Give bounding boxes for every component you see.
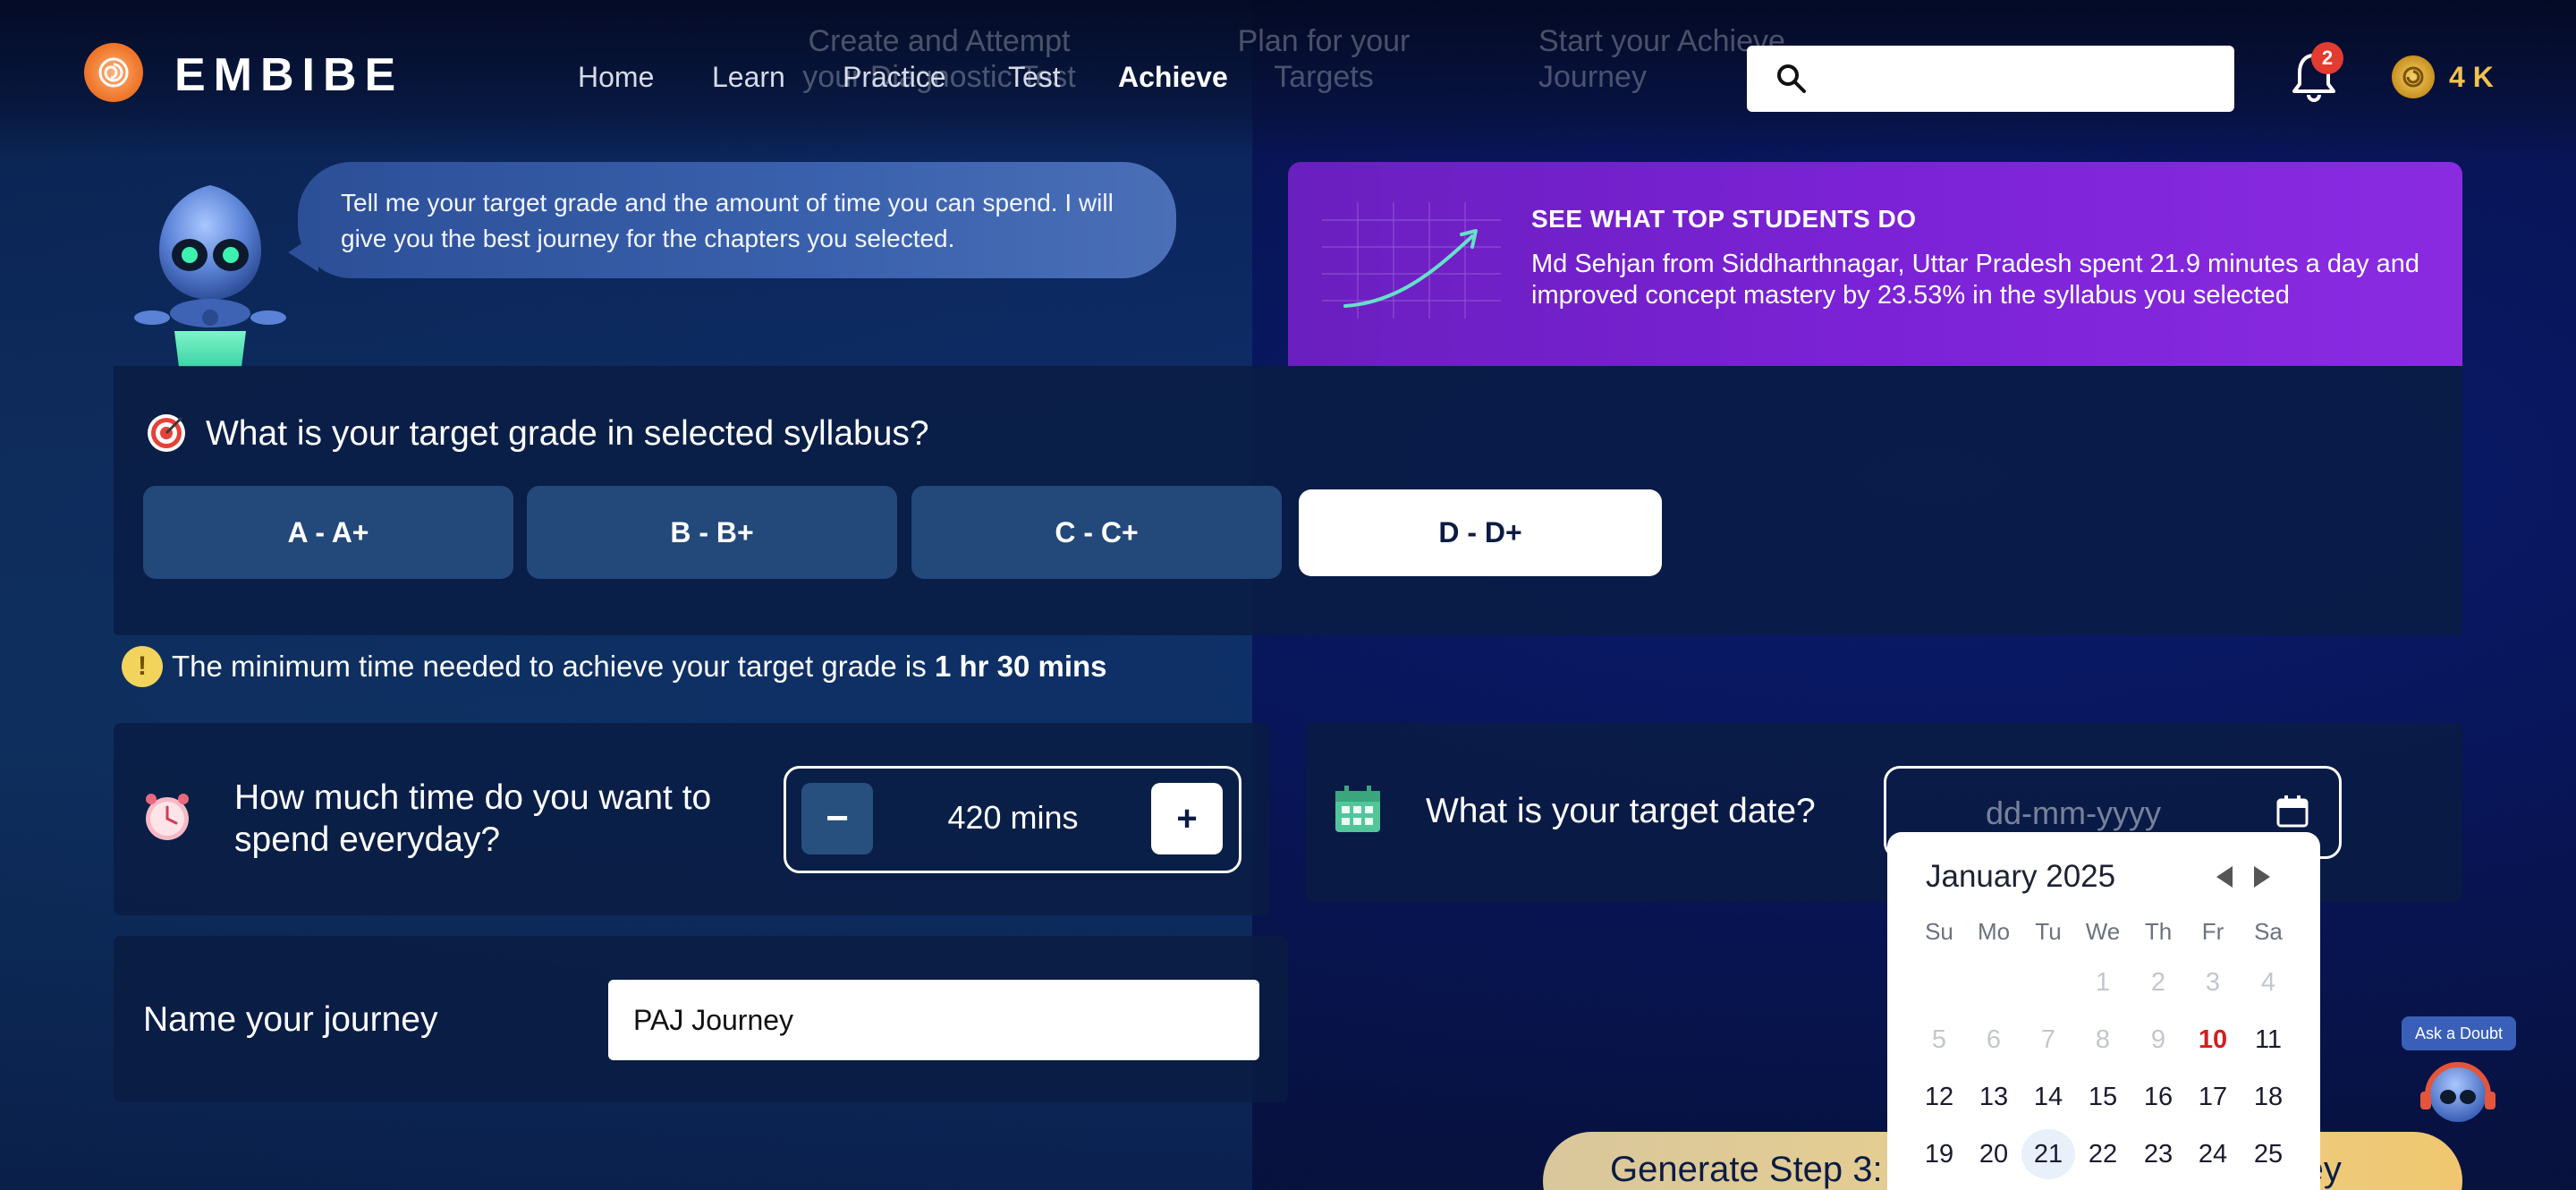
- nav-test[interactable]: Test: [1008, 61, 1061, 94]
- step-hint-plan: Plan for your Targets: [1237, 24, 1411, 94]
- calendar-day: 8: [2095, 1025, 2111, 1054]
- calendar-day[interactable]: 16: [2131, 1072, 2185, 1122]
- date-picker-icon[interactable]: [2275, 795, 2309, 829]
- calendar-day: 2: [2150, 968, 2166, 997]
- weekday-header: Tu: [2035, 918, 2062, 945]
- weekday-header: Su: [1925, 918, 1953, 945]
- grade-option-a[interactable]: A - A+: [143, 486, 513, 579]
- alarm-clock-icon: [146, 794, 189, 840]
- coin-icon: [2392, 55, 2435, 98]
- calendar-day[interactable]: 20: [1967, 1129, 2021, 1179]
- calendar-day[interactable]: 14: [2021, 1072, 2075, 1122]
- nav-practice[interactable]: Practice: [843, 61, 946, 94]
- embibe-logo-icon[interactable]: [84, 43, 143, 102]
- calendar-day: 6: [1986, 1025, 2002, 1054]
- coin-balance: 4 K: [2449, 61, 2494, 93]
- minutes-value[interactable]: 420 mins: [886, 799, 1140, 837]
- calendar-day: 9: [2150, 1025, 2166, 1054]
- journey-name-input[interactable]: [608, 980, 1259, 1060]
- calendar-day[interactable]: 17: [2186, 1072, 2240, 1122]
- min-time-note: The minimum time needed to achieve your …: [172, 650, 1107, 684]
- calendar-day[interactable]: 15: [2076, 1072, 2130, 1122]
- calendar-day: 5: [1931, 1025, 1947, 1054]
- target-icon: [148, 414, 185, 452]
- calendar-day[interactable]: 10: [2186, 1015, 2240, 1065]
- calendar-day: 4: [2260, 968, 2276, 997]
- calendar-day[interactable]: 23: [2131, 1129, 2185, 1179]
- bot-speech-bubble: Tell me your target grade and the amount…: [298, 162, 1176, 278]
- nav-home[interactable]: Home: [578, 61, 654, 94]
- calendar-day[interactable]: 21: [2021, 1129, 2075, 1179]
- daily-time-question: How much time do you want to spend every…: [234, 778, 712, 859]
- calendar-day[interactable]: 18: [2241, 1072, 2295, 1122]
- brand-name: EMBIBE: [174, 49, 404, 101]
- decrement-button[interactable]: −: [801, 783, 873, 854]
- calendar-day[interactable]: 13: [1967, 1072, 2021, 1122]
- journey-name-label: Name your journey: [143, 1000, 438, 1039]
- weekday-header: We: [2085, 918, 2121, 945]
- calendar-day[interactable]: 11: [2241, 1015, 2295, 1065]
- calendar-day[interactable]: 12: [1912, 1072, 1966, 1122]
- growth-arrow-icon: [1343, 229, 1478, 308]
- prev-month-icon[interactable]: [2216, 866, 2233, 888]
- grade-option-b[interactable]: B - B+: [527, 486, 897, 579]
- calendar-day[interactable]: 22: [2076, 1129, 2130, 1179]
- nav-achieve[interactable]: Achieve: [1118, 61, 1228, 94]
- grade-option-d-selected[interactable]: D - D+: [1299, 489, 1662, 576]
- grade-option-c[interactable]: C - C+: [911, 486, 1282, 579]
- weekday-header: Th: [2144, 918, 2173, 945]
- target-grade-question: What is your target grade in selected sy…: [206, 414, 929, 453]
- date-placeholder: dd-mm-yyyy: [1986, 795, 2161, 831]
- calendar-day[interactable]: 24: [2186, 1129, 2240, 1179]
- increment-button[interactable]: +: [1151, 783, 1223, 854]
- weekday-header: Sa: [2254, 918, 2283, 945]
- calendar-day: 1: [2095, 968, 2111, 997]
- warning-icon: !: [122, 646, 163, 687]
- calendar-day: 7: [2040, 1025, 2056, 1054]
- promo-body: Md Sehjan from Siddharthnagar, Uttar Pra…: [1531, 250, 2420, 310]
- notification-badge: 2: [2311, 42, 2343, 74]
- calendar-day[interactable]: 19: [1912, 1129, 1966, 1179]
- bot-mascot-icon: [134, 185, 286, 367]
- ask-doubt-bot-icon[interactable]: [2415, 1056, 2501, 1127]
- weekday-header: Mo: [1977, 918, 2011, 945]
- calendar-day: 3: [2205, 968, 2221, 997]
- calendar-day[interactable]: 25: [2241, 1129, 2295, 1179]
- calendar-month-title: January 2025: [1926, 859, 2116, 894]
- calendar-icon: [1335, 786, 1380, 832]
- ask-doubt-label[interactable]: Ask a Doubt: [2402, 1016, 2516, 1050]
- min-time-value: 1 hr 30 mins: [934, 650, 1107, 683]
- promo-title: SEE WHAT TOP STUDENTS DO: [1531, 205, 1917, 233]
- generate-button-label-left: Generate Step 3:: [1610, 1150, 1883, 1189]
- target-date-question: What is your target date?: [1426, 792, 1816, 830]
- min-time-prefix: The minimum time needed to achieve your …: [172, 650, 927, 683]
- next-month-icon[interactable]: [2254, 866, 2270, 888]
- search-input[interactable]: [1747, 46, 2234, 112]
- nav-learn[interactable]: Learn: [712, 61, 785, 94]
- weekday-header: Fr: [2201, 918, 2224, 945]
- search-icon: [1777, 64, 1806, 93]
